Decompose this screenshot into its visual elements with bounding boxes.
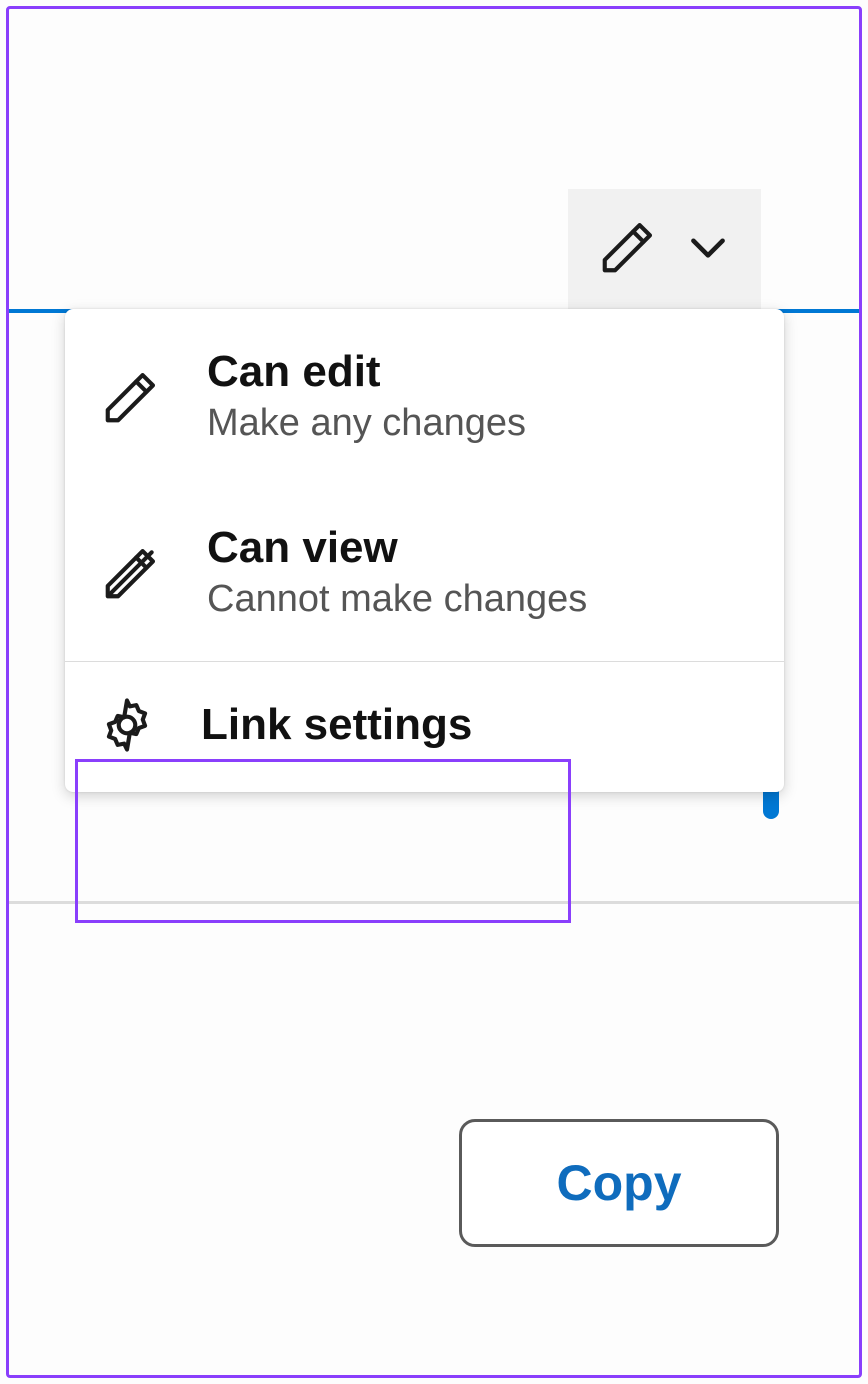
option-can-edit[interactable]: Can edit Make any changes (65, 309, 784, 485)
copy-button[interactable]: Copy (459, 1119, 779, 1247)
section-divider (9, 901, 859, 904)
option-title: Can view (207, 525, 587, 571)
option-can-view[interactable]: Can view Cannot make changes (65, 485, 784, 661)
permission-dropdown-trigger[interactable] (568, 189, 761, 309)
pencil-icon (597, 216, 659, 283)
permission-dropdown: Can edit Make any changes Can view Canno… (65, 309, 784, 792)
pencil-disabled-icon (95, 542, 167, 604)
option-desc: Cannot make changes (207, 579, 587, 621)
copy-button-label: Copy (557, 1154, 682, 1212)
option-desc: Make any changes (207, 403, 526, 445)
pencil-icon (95, 366, 167, 428)
chevron-down-icon (683, 222, 733, 277)
option-title: Can edit (207, 349, 526, 395)
app-frame: Can edit Make any changes Can view Canno… (6, 6, 862, 1378)
link-settings-label: Link settings (201, 700, 472, 750)
gear-icon (91, 694, 163, 756)
link-settings-item[interactable]: Link settings (65, 662, 784, 792)
